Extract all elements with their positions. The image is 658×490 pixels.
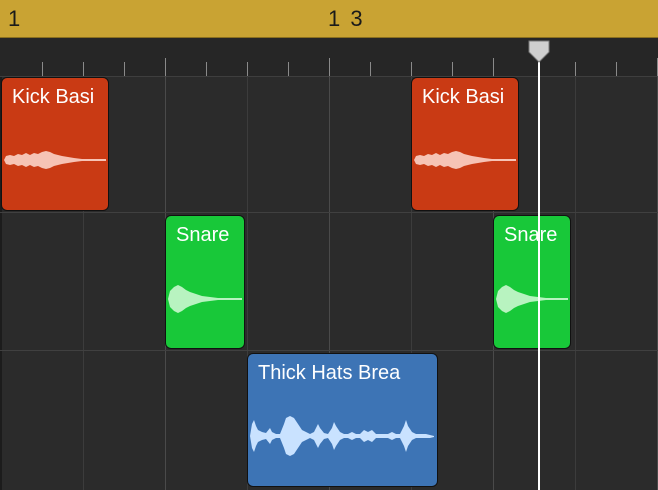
- track-divider: [0, 212, 658, 213]
- region-kick-2[interactable]: Kick Basi: [411, 77, 519, 211]
- ruler-tick: [42, 62, 43, 76]
- region-hats-1[interactable]: Thick Hats Brea: [247, 353, 438, 487]
- region-name: Kick Basi: [12, 86, 95, 108]
- playhead-line[interactable]: [538, 50, 540, 490]
- waveform-icon: [168, 285, 242, 313]
- ruler-tick: [411, 62, 412, 76]
- ruler-tick: [83, 62, 84, 76]
- waveform-icon: [250, 416, 434, 456]
- timeline-ruler[interactable]: [0, 38, 658, 77]
- region-name: Snare: [504, 224, 558, 246]
- waveform-icon: [414, 151, 516, 169]
- ruler-tick: [124, 62, 125, 76]
- grid-line: [575, 76, 576, 490]
- region-snare-1[interactable]: Snare: [165, 215, 245, 349]
- waveform-icon: [496, 285, 568, 313]
- ruler-tick: [575, 62, 576, 76]
- region-name: Thick Hats Brea: [258, 362, 401, 384]
- playhead-icon[interactable]: [527, 40, 551, 64]
- ruler-tick: [370, 62, 371, 76]
- track-divider: [0, 350, 658, 351]
- region-name: Kick Basi: [422, 86, 505, 108]
- region-snare-2[interactable]: Snare: [493, 215, 571, 349]
- region-name: Snare: [176, 224, 230, 246]
- ruler-tick: [247, 62, 248, 76]
- ruler-tick: [452, 62, 453, 76]
- cycle-bar[interactable]: 1 1 3: [0, 0, 658, 38]
- ruler-tick: [493, 58, 494, 76]
- waveform-icon: [4, 151, 106, 169]
- ruler-tick: [288, 62, 289, 76]
- ruler-tick: [329, 58, 330, 76]
- ruler-tick: [616, 62, 617, 76]
- bar-number-marker: 1 3: [328, 6, 365, 31]
- region-kick-1[interactable]: Kick Basi: [1, 77, 109, 211]
- bar-number-start: 1: [8, 6, 23, 31]
- ruler-tick: [165, 58, 166, 76]
- ruler-tick: [206, 62, 207, 76]
